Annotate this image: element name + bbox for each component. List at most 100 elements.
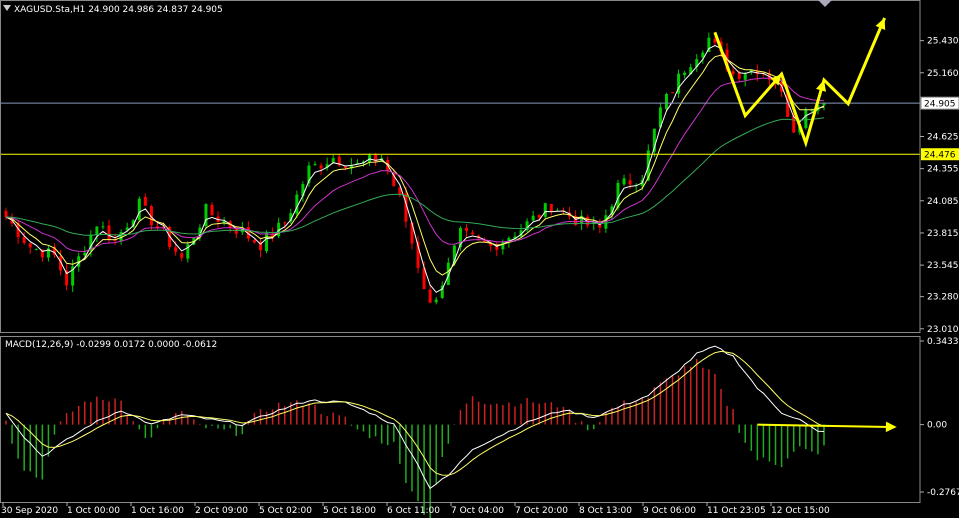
candle[interactable] xyxy=(143,193,147,206)
candle-body xyxy=(622,178,626,185)
arrowhead-icon xyxy=(885,421,897,433)
price-panel[interactable] xyxy=(0,17,920,305)
level-price-label: 24.476 xyxy=(924,151,956,161)
candle[interactable] xyxy=(101,221,105,230)
time-tick-label: 11 Oct 23:05 xyxy=(707,506,766,516)
candle[interactable] xyxy=(428,285,432,304)
candle[interactable] xyxy=(434,296,438,305)
time-tick-label: 5 Oct 02:00 xyxy=(259,506,312,516)
candle-body xyxy=(180,253,184,258)
current-price-label: 24.905 xyxy=(924,100,956,110)
triangle-down-icon[interactable] xyxy=(3,5,11,11)
candle-body xyxy=(4,211,8,218)
time-tick-label: 5 Oct 18:00 xyxy=(323,506,376,516)
macd-arrow-line xyxy=(757,423,891,429)
candle[interactable] xyxy=(186,241,190,263)
macd-tick-label: -0.2767 xyxy=(927,488,959,498)
candle[interactable] xyxy=(258,237,262,258)
candle[interactable] xyxy=(743,71,747,87)
candle[interactable] xyxy=(440,281,444,299)
candle-body xyxy=(471,232,475,235)
candle[interactable] xyxy=(683,70,687,79)
candle[interactable] xyxy=(228,219,232,233)
candle-body xyxy=(34,248,38,250)
candle-body xyxy=(434,299,438,303)
candle[interactable] xyxy=(180,252,184,262)
candle[interactable] xyxy=(210,202,214,216)
candle-body xyxy=(501,242,505,250)
candle[interactable] xyxy=(4,207,8,220)
candle[interactable] xyxy=(580,210,584,231)
symbol-title: XAGUSD.Sta,H1 24.900 24.986 24.837 24.90… xyxy=(14,5,223,15)
candle-body xyxy=(737,72,741,79)
price-tick-label: 25.430 xyxy=(927,37,959,47)
candle[interactable] xyxy=(204,203,208,229)
candle[interactable] xyxy=(277,217,281,239)
candle-body xyxy=(265,232,269,252)
candle-body xyxy=(210,204,214,216)
candle[interactable] xyxy=(671,92,675,94)
candle[interactable] xyxy=(531,210,535,222)
candle-body xyxy=(252,240,256,243)
price-panel-frame xyxy=(0,0,921,333)
candle-body xyxy=(283,222,287,224)
time-tick-label: 7 Oct 04:00 xyxy=(451,506,504,516)
macd-panel[interactable] xyxy=(5,345,897,518)
trading-chart[interactable]: 25.430 25.160 24.625 24.355 24.085 23.815 23.5… xyxy=(0,0,959,518)
price-tick-label: 24.085 xyxy=(927,197,959,207)
macd-tick-label: 0.00 xyxy=(927,421,947,431)
time-tick-label: 6 Oct 11:00 xyxy=(387,506,440,516)
candle[interactable] xyxy=(695,54,699,72)
candle[interactable] xyxy=(313,161,317,166)
time-tick-label: 8 Oct 13:00 xyxy=(579,506,632,516)
candle[interactable] xyxy=(325,157,329,171)
time-tick-label: 1 Oct 16:00 xyxy=(131,506,184,516)
candle-body xyxy=(792,115,796,133)
candle-body xyxy=(537,215,541,218)
candle-body xyxy=(683,72,687,76)
candle-body xyxy=(143,197,147,206)
ma_fast-line xyxy=(5,44,825,293)
price-tick-label: 23.815 xyxy=(927,229,959,239)
price-tick-label: 25.160 xyxy=(927,69,959,79)
candle[interactable] xyxy=(622,174,626,187)
candle[interactable] xyxy=(34,248,38,251)
candle-body xyxy=(313,164,317,166)
time-tick-label: 1 Oct 00:00 xyxy=(67,506,120,516)
candle[interactable] xyxy=(598,219,602,234)
forecast-zigzag-arrow xyxy=(713,17,886,148)
price-tick-label: 23.280 xyxy=(927,293,959,303)
macd-signal-line xyxy=(5,350,825,476)
price-tick-label: 24.355 xyxy=(927,165,959,175)
candle[interactable] xyxy=(549,203,553,216)
candle[interactable] xyxy=(337,154,341,168)
candle-body xyxy=(428,289,432,303)
candle[interactable] xyxy=(804,107,808,130)
time-tick-label: 7 Oct 20:00 xyxy=(515,506,568,516)
time-tick-label: 30 Sep 2020 xyxy=(1,506,58,516)
candle[interactable] xyxy=(343,165,347,171)
macd-main-line xyxy=(5,345,825,490)
candle[interactable] xyxy=(525,218,529,232)
price-tick-label: 24.625 xyxy=(927,132,959,142)
candle[interactable] xyxy=(465,224,469,238)
candle[interactable] xyxy=(677,69,681,99)
candle-body xyxy=(319,165,323,169)
candle[interactable] xyxy=(95,226,99,242)
candle[interactable] xyxy=(319,162,323,176)
macd-histogram xyxy=(5,358,825,518)
candle-body xyxy=(543,203,547,217)
time-tick-label: 2 Oct 09:00 xyxy=(195,506,248,516)
candle[interactable] xyxy=(28,242,32,254)
candle-body xyxy=(137,198,141,221)
candle[interactable] xyxy=(65,264,69,291)
candle[interactable] xyxy=(471,229,475,235)
candle[interactable] xyxy=(349,157,353,175)
candle[interactable] xyxy=(52,243,56,258)
candle-body xyxy=(107,225,111,240)
candle[interactable] xyxy=(46,245,50,262)
candle-body xyxy=(549,203,553,213)
candle-body xyxy=(731,71,735,75)
scroll-marker-icon[interactable] xyxy=(818,0,832,7)
candle[interactable] xyxy=(137,196,141,221)
